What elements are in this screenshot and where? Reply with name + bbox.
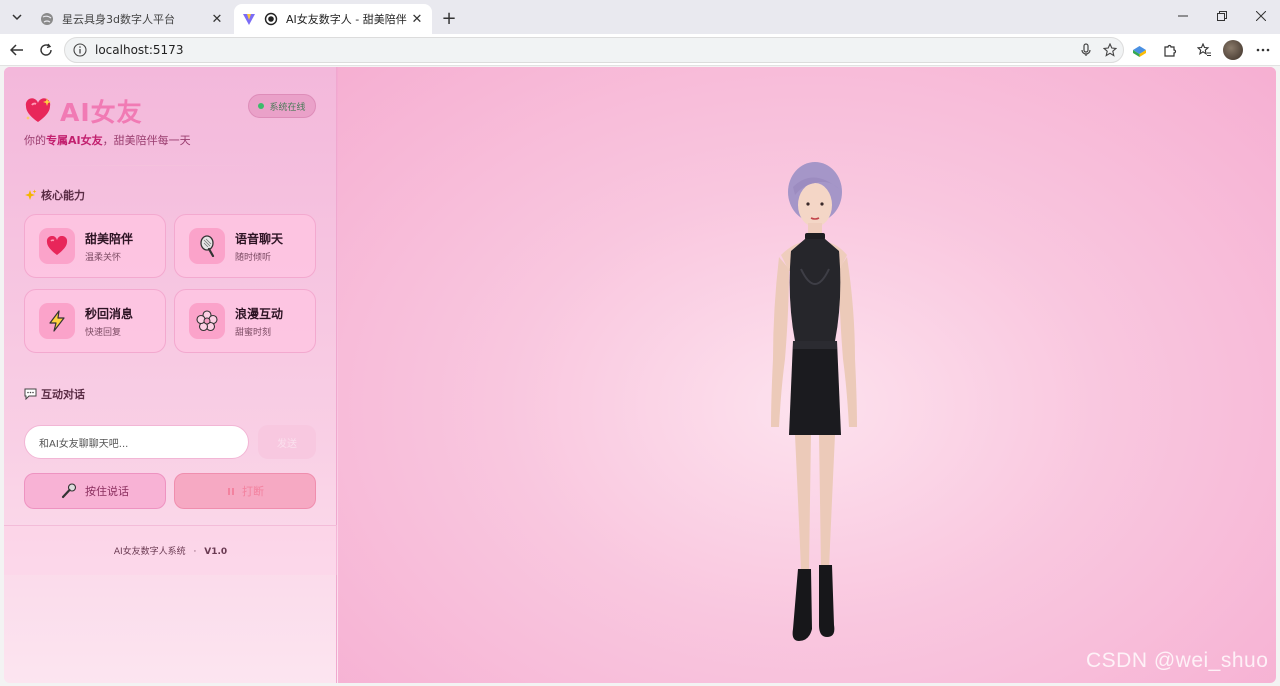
tagline-prefix: 你的: [24, 134, 46, 147]
new-tab-button[interactable]: +: [438, 7, 460, 29]
close-window-button[interactable]: [1242, 0, 1280, 32]
capability-card-quick-reply[interactable]: 秒回消息 快速回复: [24, 289, 166, 353]
tab-search-button[interactable]: [6, 6, 28, 28]
speech-bubble-icon: [24, 388, 37, 401]
minimize-button[interactable]: [1164, 0, 1202, 32]
microphone-icon: [189, 228, 225, 264]
card-title: 秒回消息: [85, 306, 134, 321]
chat-input[interactable]: 和AI女友聊聊天吧...: [24, 425, 249, 459]
restore-icon: [1217, 11, 1227, 21]
capability-card-companion[interactable]: 甜美陪伴 温柔关怀: [24, 214, 166, 278]
card-subtitle: 快速回复: [85, 327, 122, 338]
extension-colorful-icon[interactable]: [1127, 38, 1151, 62]
digital-human-avatar[interactable]: [743, 159, 883, 649]
tagline: 你的专属AI女友，甜美陪伴每一天: [24, 132, 191, 148]
tab-strip: 星云具身3d数字人平台 ✕ AI女友数字人 - 甜美陪伴 ✕ +: [0, 0, 1280, 34]
reload-icon: [40, 43, 52, 56]
pause-icon: [228, 488, 234, 495]
status-dot: [258, 103, 265, 109]
chevron-down-icon: [12, 14, 22, 21]
brand: AI女友: [24, 93, 143, 129]
status-badge: 系统在线: [248, 94, 316, 118]
flower-icon: [189, 303, 225, 339]
heart-icon: [39, 228, 75, 264]
recording-icon: [264, 12, 278, 26]
divider: [24, 165, 270, 166]
capabilities-title: 核心能力: [41, 189, 85, 202]
favorites-icon[interactable]: [1192, 38, 1216, 62]
extensions-puzzle-icon[interactable]: [1158, 38, 1182, 62]
send-button[interactable]: 发送: [258, 425, 316, 459]
microphone-icon: [61, 483, 77, 499]
footer-version: V1.0: [204, 547, 228, 557]
voice-label: 按住说话: [85, 485, 129, 498]
avatar-stage: [338, 67, 1276, 683]
url-text[interactable]: localhost:5173: [95, 43, 1075, 57]
globe-icon: [40, 12, 54, 26]
card-title: 语音聊天: [235, 231, 284, 246]
card-subtitle: 温柔关怀: [85, 252, 122, 263]
footer-separator: ·: [193, 547, 197, 557]
card-subtitle: 甜蜜时刻: [235, 327, 272, 338]
sparkles-icon: [24, 189, 37, 202]
sparkling-heart-icon: [25, 98, 51, 122]
tab-ai-girlfriend[interactable]: AI女友数字人 - 甜美陪伴 ✕: [234, 4, 432, 34]
chat-heading: 互动对话: [24, 386, 85, 402]
card-title: 甜美陪伴: [85, 231, 134, 246]
tab-title: 星云具身3d数字人平台: [62, 13, 175, 26]
footer-name: AI女友数字人系统: [113, 547, 186, 557]
stop-label: 打断: [242, 485, 264, 498]
back-button[interactable]: [5, 38, 29, 62]
tagline-suffix: ，甜美陪伴每一天: [102, 134, 191, 147]
app-page: AI女友 系统在线 你的专属AI女友，甜美陪伴每一天 核心能力 甜美陪伴 温柔关…: [4, 67, 1276, 683]
brand-name: AI女友: [60, 98, 143, 127]
vite-logo-icon: [242, 12, 256, 26]
info-icon[interactable]: [73, 43, 87, 57]
tab-xingyun[interactable]: 星云具身3d数字人平台 ✕: [32, 4, 232, 34]
capability-card-voice[interactable]: 语音聊天 随时倾听: [174, 214, 316, 278]
tab-title: AI女友数字人 - 甜美陪伴: [286, 13, 407, 26]
capabilities-heading: 核心能力: [24, 187, 85, 203]
close-icon[interactable]: ✕: [208, 10, 226, 28]
more-menu-icon[interactable]: [1251, 38, 1275, 62]
chat-title: 互动对话: [41, 388, 85, 401]
card-title: 浪漫互动: [235, 306, 284, 321]
chat-input-placeholder: 和AI女友聊聊天吧...: [39, 438, 129, 450]
arrow-left-icon: [10, 44, 23, 56]
address-bar[interactable]: localhost:5173: [64, 37, 1124, 63]
sidebar: AI女友 系统在线 你的专属AI女友，甜美陪伴每一天 核心能力 甜美陪伴 温柔关…: [4, 67, 337, 683]
send-label: 发送: [277, 438, 297, 450]
microphone-icon[interactable]: [1075, 39, 1097, 61]
capability-card-romance[interactable]: 浪漫互动 甜蜜时刻: [174, 289, 316, 353]
profile-avatar[interactable]: [1223, 40, 1243, 60]
close-icon: [1256, 11, 1266, 21]
lightning-icon: [39, 303, 75, 339]
close-icon[interactable]: ✕: [408, 10, 426, 28]
card-subtitle: 随时倾听: [235, 252, 272, 263]
push-to-talk-button[interactable]: 按住说话: [24, 473, 166, 509]
star-icon[interactable]: [1099, 39, 1121, 61]
interrupt-button[interactable]: 打断: [174, 473, 316, 509]
reload-button[interactable]: [34, 38, 58, 62]
csdn-watermark: CSDN @wei_shuo: [1086, 649, 1269, 672]
tagline-bold: 专属AI女友: [46, 134, 103, 147]
footer-text: AI女友数字人系统 · V1.0: [4, 544, 337, 557]
status-text: 系统在线: [269, 102, 306, 113]
restore-button[interactable]: [1203, 0, 1241, 32]
minimize-icon: [1178, 15, 1188, 17]
browser-toolbar: localhost:5173: [0, 34, 1280, 66]
